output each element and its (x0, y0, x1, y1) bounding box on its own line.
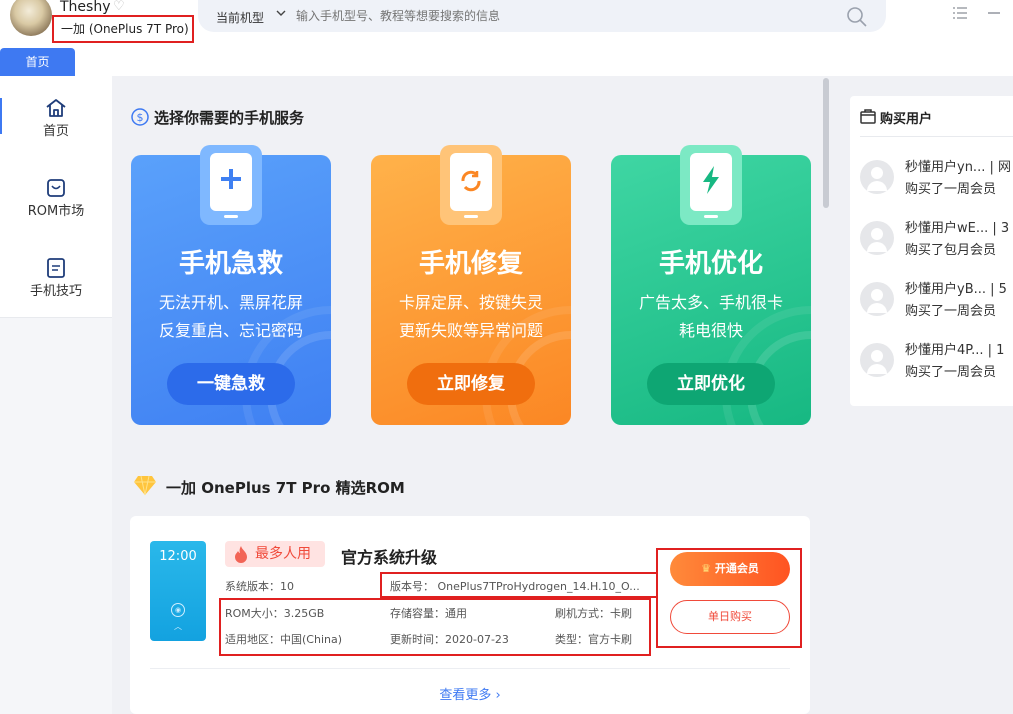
system-version: 系统版本：10 (225, 580, 294, 593)
flash-method: 刷机方式：卡刷 (555, 607, 632, 620)
user-avatar-icon (860, 221, 894, 255)
phone-lightning-icon (680, 145, 742, 225)
crown-icon: ♛ (701, 562, 712, 575)
tab-bar: 首页 (0, 46, 1013, 76)
model-selector-label[interactable]: 当前机型 (216, 9, 264, 26)
diamond-icon (134, 475, 156, 496)
buyer-action: 购买了一周会员 (905, 365, 997, 380)
buy-button[interactable]: 单日购买 (670, 600, 790, 634)
sidebar-item-rom-market[interactable]: ROM市场 (0, 178, 112, 219)
user-avatar-icon (860, 343, 894, 377)
buyer-name: 秒懂用户yB... | 5 (905, 282, 1007, 297)
card-desc: 更新失败等异常问题 (398, 321, 543, 340)
chevron-down-icon[interactable] (276, 8, 286, 18)
search-icon[interactable] (846, 6, 868, 28)
minimize-icon[interactable] (986, 6, 1002, 20)
lightning-icon (703, 166, 719, 194)
tips-icon (47, 258, 65, 278)
buyers-header: 购买用户 (860, 108, 932, 127)
username: Theshy (60, 0, 111, 15)
region: 适用地区：中国(China) (225, 633, 343, 646)
sidebar-item-tips[interactable]: 手机技巧 (0, 258, 112, 299)
rescue-button[interactable]: 一键急救 (167, 363, 295, 405)
card-desc: 无法开机、黑屏花屏 (158, 293, 303, 312)
device-label[interactable]: 一加 (OnePlus 7T Pro) (52, 15, 194, 43)
phone-bar (704, 215, 718, 218)
sidebar-menu: 首页 ROM市场 手机技巧 (0, 76, 112, 318)
sidebar-item-label: ROM市场 (27, 204, 85, 219)
home-icon (46, 99, 66, 117)
rom-title: 官方系统升级 (341, 548, 438, 567)
sidebar: 首页 ROM市场 手机技巧 (0, 76, 112, 714)
repair-button[interactable]: 立即修复 (407, 363, 535, 405)
plus-icon (221, 169, 241, 189)
rom-section-title: 一加 OnePlus 7T Pro 精选ROM (166, 479, 405, 497)
services-title: 选择你需要的手机服务 (154, 109, 305, 127)
buyers-panel: 购买用户 秒懂用户yn... | 网 购买了一周会员 秒懂用户wE... | 3… (850, 96, 1013, 406)
card-title: 手机优化 (658, 249, 763, 279)
divider (860, 136, 1013, 137)
lock-icon: ◉ (171, 603, 185, 617)
buyer-item: 秒懂用户4P... | 1 购买了一周会员 (860, 339, 1013, 385)
card-title: 手机修复 (418, 249, 523, 279)
sidebar-item-label: 首页 (42, 124, 69, 139)
view-more-label: 查看更多 (439, 688, 492, 703)
buyers-title: 购买用户 (880, 112, 933, 127)
user-avatar-icon (860, 282, 894, 316)
phone-bar (464, 215, 478, 218)
avatar[interactable] (10, 0, 52, 36)
card-desc: 广告太多、手机很卡 (638, 293, 783, 312)
top-bar: Theshy ♡ 一加 (OnePlus 7T Pro) 当前机型 (0, 0, 1013, 46)
flame-icon (235, 546, 247, 563)
rom-type: 类型：官方卡刷 (555, 633, 632, 646)
optimize-button[interactable]: 立即优化 (647, 363, 775, 405)
rom-thumbnail: 12:00 ◉ ︿ (150, 541, 206, 641)
chevron-up-icon: ︿ (174, 622, 182, 631)
vip-button[interactable]: ♛ 开通会员 (670, 552, 790, 586)
build-number: 版本号： OnePlus7TProHydrogen_14.H.10_O... (390, 580, 640, 593)
buyer-action: 购买了一周会员 (905, 182, 997, 197)
card-desc: 耗电很快 (678, 321, 743, 340)
vip-button-label: 开通会员 (714, 562, 759, 575)
rom-market-icon (47, 179, 65, 197)
phone-bar (224, 215, 238, 218)
buyer-name: 秒懂用户wE... | 3 (905, 221, 1010, 236)
card-desc: 卡屏定屏、按键失灵 (398, 293, 543, 312)
search-input[interactable] (296, 9, 816, 23)
dollar-icon: $ (131, 108, 149, 126)
sidebar-item-home[interactable]: 首页 (0, 98, 112, 139)
view-more-link[interactable]: 查看更多 › (130, 684, 810, 703)
buyer-item: 秒懂用户yn... | 网 购买了一周会员 (860, 156, 1013, 202)
scrollbar[interactable] (823, 78, 829, 208)
chevron-right-icon: › (491, 688, 501, 703)
svg-text:$: $ (137, 111, 144, 124)
storage: 存储容量：通用 (390, 607, 467, 620)
card-desc: 反复重启、忘记密码 (158, 321, 303, 340)
menu-icon[interactable] (952, 6, 968, 20)
shop-icon (860, 109, 876, 124)
badge-label: 最多人用 (255, 546, 311, 562)
refresh-icon (461, 170, 481, 192)
phone-refresh-icon (440, 145, 502, 225)
rom-card: 12:00 ◉ ︿ 最多人用 官方系统升级 系统版本：10 版本号： OnePl… (130, 516, 810, 714)
buyer-action: 购买了包月会员 (905, 243, 997, 258)
buyer-name: 秒懂用户4P... | 1 (905, 343, 1005, 358)
update-time: 更新时间：2020-07-23 (390, 633, 509, 646)
user-avatar-icon (860, 160, 894, 194)
popular-badge: 最多人用 (225, 541, 325, 567)
phone-plus-icon (200, 145, 262, 225)
tab-home[interactable]: 首页 (0, 48, 75, 76)
heart-icon[interactable]: ♡ (113, 0, 125, 13)
sidebar-item-label: 手机技巧 (29, 284, 82, 299)
buyer-item: 秒懂用户yB... | 5 购买了一周会员 (860, 278, 1013, 324)
card-title: 手机急救 (178, 249, 283, 279)
rom-size: ROM大小：3.25GB (225, 607, 325, 620)
search-bar: 当前机型 (198, 0, 886, 32)
buyer-action: 购买了一周会员 (905, 304, 997, 319)
buyer-name: 秒懂用户yn... | 网 (905, 160, 1011, 175)
buyer-item: 秒懂用户wE... | 3 购买了包月会员 (860, 217, 1013, 263)
divider (150, 668, 790, 669)
thumb-time: 12:00 (159, 549, 197, 564)
